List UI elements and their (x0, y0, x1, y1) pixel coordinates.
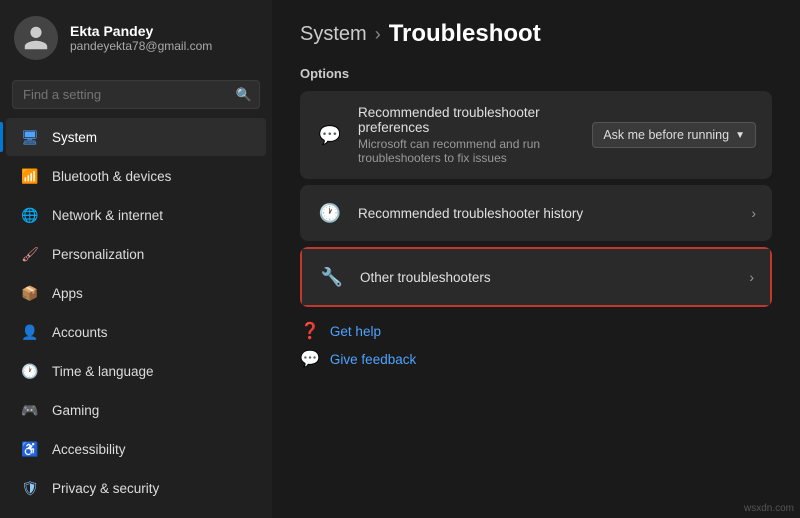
user-profile: Ekta Pandey pandeyekta78@gmail.com (0, 0, 272, 76)
sidebar-item-label-network: Network & internet (52, 208, 163, 223)
sidebar-item-network[interactable]: 🌐 Network & internet (6, 196, 266, 234)
other-troubleshooters-title: Other troubleshooters (360, 270, 735, 285)
nav-list: 🖥 System 📶 Bluetooth & devices 🌐 Network & in… (0, 117, 272, 518)
cards-container: 💬 Recommended troubleshooter preferencesM… (300, 91, 772, 307)
breadcrumb-parent: System (300, 23, 367, 46)
link-get-help[interactable]: ❓ Get help (300, 321, 772, 341)
breadcrumb-separator: › (375, 24, 381, 45)
user-name: Ekta Pandey (70, 23, 212, 39)
card-item-recommended-history[interactable]: 🕐 Recommended troubleshooter history › (300, 185, 772, 241)
watermark: wsxdn.com (744, 503, 794, 514)
sidebar-item-label-accounts: Accounts (52, 325, 108, 340)
links-section: ❓ Get help 💬 Give feedback (300, 321, 772, 369)
sidebar-item-gaming[interactable]: 🎮 Gaming (6, 391, 266, 429)
bluetooth-icon: 📶 (20, 166, 40, 186)
recommended-prefs-title: Recommended troubleshooter preferences (358, 105, 578, 135)
search-box[interactable]: 🔍 (12, 80, 260, 109)
user-info: Ekta Pandey pandeyekta78@gmail.com (70, 23, 212, 53)
card-recommended-history: 🕐 Recommended troubleshooter history › (300, 185, 772, 241)
gaming-icon: 🎮 (20, 400, 40, 420)
privacy-icon: 🛡 (20, 478, 40, 498)
link-give-feedback[interactable]: 💬 Give feedback (300, 349, 772, 369)
sidebar-item-privacy[interactable]: 🛡 Privacy & security (6, 469, 266, 507)
sidebar-item-time[interactable]: 🕐 Time & language (6, 352, 266, 390)
sidebar-item-label-time: Time & language (52, 364, 154, 379)
recommended-prefs-dropdown[interactable]: Ask me before running ▼ (592, 122, 756, 148)
accounts-icon: 👤 (20, 322, 40, 342)
give-feedback-icon: 💬 (300, 349, 320, 369)
sidebar-item-bluetooth[interactable]: 📶 Bluetooth & devices (6, 157, 266, 195)
breadcrumb: System › Troubleshoot (300, 20, 772, 48)
card-other-troubleshooters: 🔧 Other troubleshooters › (300, 247, 772, 307)
get-help-label[interactable]: Get help (330, 324, 381, 339)
sidebar-item-label-personalization: Personalization (52, 247, 144, 262)
sidebar-item-label-accessibility: Accessibility (52, 442, 126, 457)
avatar (14, 16, 58, 60)
sidebar-item-label-privacy: Privacy & security (52, 481, 159, 496)
give-feedback-label[interactable]: Give feedback (330, 352, 416, 367)
card-recommended-prefs: 💬 Recommended troubleshooter preferencesM… (300, 91, 772, 179)
main-content: System › Troubleshoot Options 💬 Recommend… (272, 0, 800, 518)
sidebar-item-accessibility[interactable]: ♿ Accessibility (6, 430, 266, 468)
card-item-recommended-prefs[interactable]: 💬 Recommended troubleshooter preferencesM… (300, 91, 772, 179)
recommended-prefs-icon: 💬 (316, 121, 344, 149)
sidebar-item-personalization[interactable]: 🖌 Personalization (6, 235, 266, 273)
sidebar-item-apps[interactable]: 📦 Apps (6, 274, 266, 312)
section-label: Options (300, 66, 772, 81)
sidebar-item-accounts[interactable]: 👤 Accounts (6, 313, 266, 351)
sidebar-item-update[interactable]: 🔄Windows Update (6, 508, 266, 518)
sidebar-item-label-gaming: Gaming (52, 403, 99, 418)
recommended-history-title: Recommended troubleshooter history (358, 206, 737, 221)
system-icon: 🖥 (20, 127, 40, 147)
recommended-history-chevron: › (751, 205, 756, 221)
breadcrumb-current: Troubleshoot (389, 20, 541, 48)
accessibility-icon: ♿ (20, 439, 40, 459)
sidebar-item-label-system: System (52, 130, 97, 145)
card-item-other-troubleshooters[interactable]: 🔧 Other troubleshooters › (302, 249, 770, 305)
personalization-icon: 🖌 (20, 244, 40, 264)
other-troubleshooters-icon: 🔧 (318, 263, 346, 291)
recommended-prefs-desc: Microsoft can recommend and run troubles… (358, 137, 578, 165)
apps-icon: 📦 (20, 283, 40, 303)
sidebar-item-label-apps: Apps (52, 286, 83, 301)
recommended-history-icon: 🕐 (316, 199, 344, 227)
search-icon: 🔍 (236, 87, 252, 103)
network-icon: 🌐 (20, 205, 40, 225)
sidebar-item-system[interactable]: 🖥 System (6, 118, 266, 156)
get-help-icon: ❓ (300, 321, 320, 341)
sidebar: Ekta Pandey pandeyekta78@gmail.com 🔍 🖥 Sy… (0, 0, 272, 518)
user-email: pandeyekta78@gmail.com (70, 39, 212, 53)
time-icon: 🕐 (20, 361, 40, 381)
search-input[interactable] (12, 80, 260, 109)
other-troubleshooters-chevron: › (749, 269, 754, 285)
sidebar-item-label-bluetooth: Bluetooth & devices (52, 169, 171, 184)
